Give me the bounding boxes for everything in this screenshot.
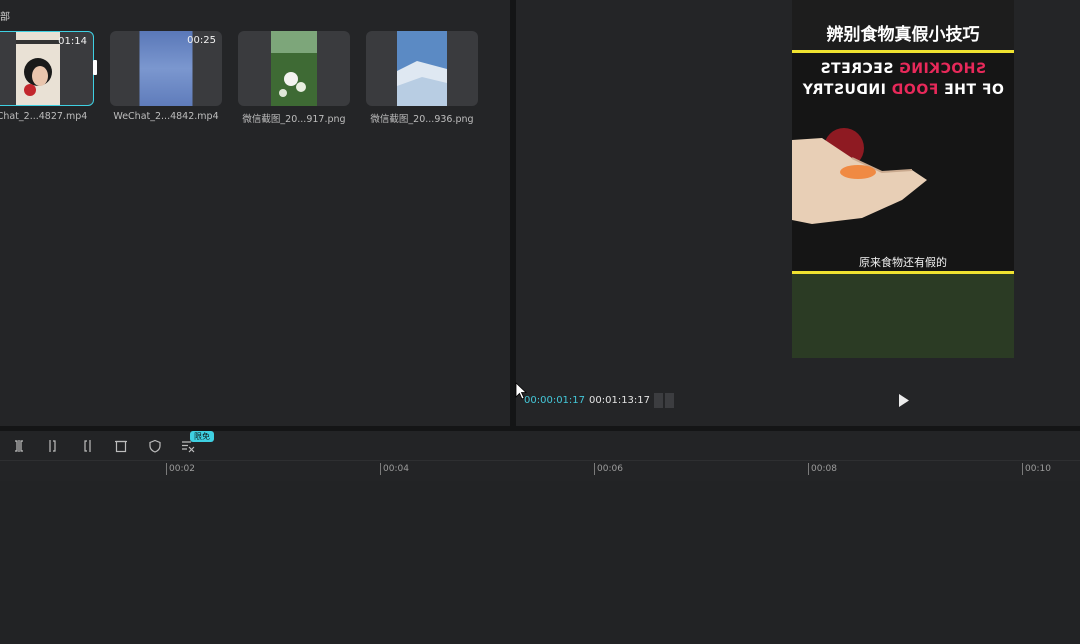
video-title: 辨别食物真假小技巧 bbox=[826, 25, 980, 45]
ruler-label: 00:08 bbox=[811, 464, 837, 474]
timeline-track-area[interactable] bbox=[0, 481, 1080, 644]
media-thumb-2-image bbox=[139, 31, 193, 106]
video-english-line-1: SHOCKING SECRETS bbox=[792, 61, 1014, 77]
selection-handle[interactable] bbox=[93, 60, 97, 75]
preview-panel: 辨别食物真假小技巧 SHOCKING SECRETS OF THE FOOD I… bbox=[516, 0, 1080, 426]
media-thumb-4[interactable] bbox=[366, 31, 478, 106]
media-thumb-2[interactable]: 00:25 bbox=[110, 31, 222, 106]
media-panel: 部 01:14 Chat_2...4827.mp4 00:25 WeChat_2… bbox=[0, 0, 510, 426]
timecode-current: 00:00:01:17 bbox=[524, 395, 586, 406]
play-icon[interactable] bbox=[898, 394, 910, 407]
video-en-food: FOOD bbox=[891, 82, 939, 98]
video-yellow-line-bottom bbox=[792, 271, 1014, 274]
grid-icon[interactable] bbox=[654, 393, 674, 408]
delete-icon[interactable] bbox=[114, 439, 128, 453]
video-preview[interactable]: 辨别食物真假小技巧 SHOCKING SECRETS OF THE FOOD I… bbox=[792, 0, 1014, 358]
video-english-line-2: OF THE FOOD INDUSTRY bbox=[792, 82, 1014, 98]
video-subtitle: 原来食物还有假的 bbox=[859, 256, 947, 269]
ruler-tick bbox=[166, 463, 167, 475]
shield-icon[interactable] bbox=[148, 439, 162, 453]
mouse-cursor-icon bbox=[515, 382, 527, 400]
timeline-panel: 限免 00:02 00:04 00:06 00:08 00:10 bbox=[0, 431, 1080, 644]
ruler-label: 00:06 bbox=[597, 464, 623, 474]
ruler-tick bbox=[1022, 463, 1023, 475]
video-en-secrets: SECRETS bbox=[819, 61, 899, 77]
ruler-tick bbox=[380, 463, 381, 475]
media-thumb-4-name: 微信截图_20...936.png bbox=[370, 114, 474, 125]
media-header-label: 部 bbox=[0, 12, 10, 23]
media-thumb-1-duration: 01:14 bbox=[58, 36, 87, 47]
video-en-industry: INDUSTRY bbox=[802, 82, 892, 98]
timecode-total: 00:01:13:17 bbox=[589, 395, 651, 406]
media-thumb-3-image bbox=[271, 31, 317, 106]
timeline-ruler[interactable] bbox=[0, 461, 1080, 481]
media-thumb-1[interactable]: 01:14 bbox=[0, 31, 94, 106]
video-en-shocking: SHOCKING bbox=[898, 61, 987, 77]
ruler-tick bbox=[594, 463, 595, 475]
trim-right-icon[interactable] bbox=[80, 439, 94, 453]
video-hand-image bbox=[792, 128, 927, 224]
media-thumb-3[interactable] bbox=[238, 31, 350, 106]
ruler-label: 00:04 bbox=[383, 464, 409, 474]
ruler-tick bbox=[808, 463, 809, 475]
ruler-label: 00:10 bbox=[1025, 464, 1051, 474]
timeline-toolbar: 限免 bbox=[0, 431, 1080, 461]
trim-left-icon[interactable] bbox=[46, 439, 60, 453]
split-icon[interactable] bbox=[12, 439, 26, 453]
free-badge: 限免 bbox=[190, 431, 214, 442]
media-thumb-2-duration: 00:25 bbox=[187, 35, 216, 46]
media-thumb-4-image bbox=[397, 31, 447, 106]
ruler-label: 00:02 bbox=[169, 464, 195, 474]
video-en-ofthe: OF THE bbox=[938, 82, 1004, 98]
media-thumb-1-image bbox=[16, 32, 60, 105]
